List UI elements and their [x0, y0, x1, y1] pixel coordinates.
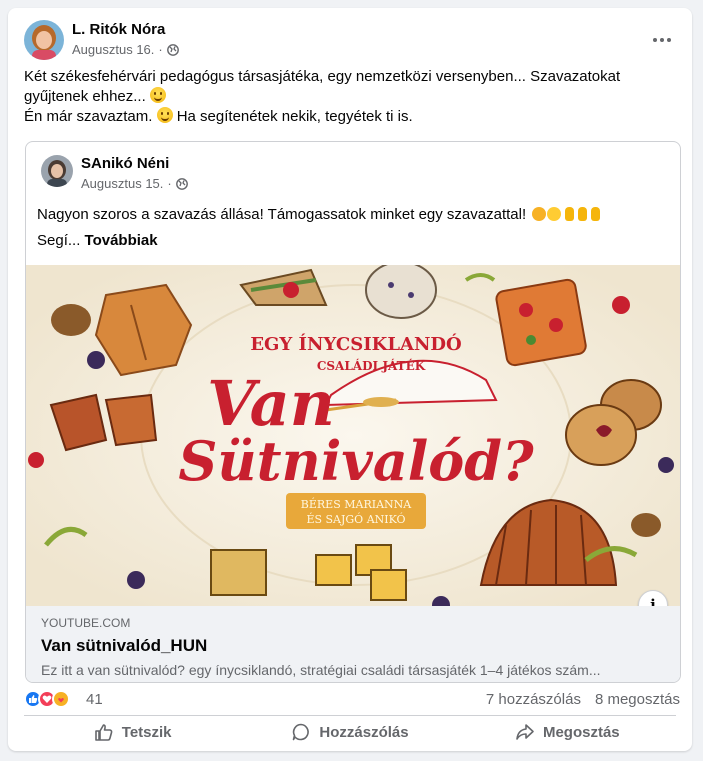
globe-icon — [166, 43, 179, 56]
smile-emoji-icon — [156, 107, 173, 123]
post-text-line1: Két székesfehérvári pedagógus társasjáté… — [24, 68, 621, 105]
meta-separator: · — [158, 42, 163, 57]
comment-label: Hozzászólás — [319, 723, 409, 741]
reaction-icons[interactable] — [24, 690, 70, 708]
shared-text: Nagyon szoros a szavazás állása! Támogas… — [37, 206, 527, 223]
crossed-fingers-emoji-icon — [565, 207, 575, 221]
author-avatar[interactable] — [24, 20, 64, 60]
meta-separator: · — [167, 176, 172, 191]
post-text-line2: Én már szavaztam. — [24, 108, 153, 125]
banner-illustration: EGY ÍNYCSIKLANDÓ CSALÁDI JÁTÉK Van Sütni… — [26, 265, 680, 606]
post-stats: 41 7 hozzászólás 8 megosztás — [24, 688, 680, 712]
engagement-counts: 7 hozzászólás 8 megosztás — [486, 691, 680, 708]
post-actions: Tetszik Hozzászólás Megosztás — [24, 717, 676, 747]
globe-icon — [175, 177, 188, 190]
like-label: Tetszik — [121, 723, 172, 741]
more-options-icon[interactable] — [648, 26, 676, 54]
inline-emojis — [532, 207, 601, 221]
post-header: L. Ritók Nóra Augusztus 16. · — [24, 20, 676, 60]
banner-title2: Sütnivalód? — [178, 429, 535, 493]
shared-post[interactable]: SAnikó Néni Augusztus 15. · Nagyon szoro… — [25, 141, 681, 683]
care-reaction-icon — [52, 690, 70, 708]
comment-button[interactable]: Hozzászólás — [241, 717, 458, 747]
shared-author-avatar[interactable] — [41, 155, 73, 187]
author-name[interactable]: L. Ritók Nóra — [72, 21, 165, 38]
link-title[interactable]: Van sütnivalód_HUN — [41, 636, 667, 656]
link-domain: YOUTUBE.COM — [41, 616, 131, 630]
shared-post-date[interactable]: Augusztus 15. — [81, 176, 163, 191]
banner-authors1: BÉRES MARIANNA — [301, 497, 412, 511]
post-card: L. Ritók Nóra Augusztus 16. · Két székes… — [8, 8, 692, 751]
post-date[interactable]: Augusztus 16. — [72, 42, 154, 57]
thumbs-up-icon — [94, 724, 113, 741]
comment-icon — [293, 723, 310, 741]
post-meta: Augusztus 16. · — [72, 42, 179, 57]
see-more-link[interactable]: Továbbiak — [85, 232, 158, 249]
shared-author-name[interactable]: SAnikó Néni — [81, 155, 169, 172]
reaction-count[interactable]: 41 — [86, 691, 103, 708]
banner-tagline1: EGY ÍNYCSIKLANDÓ — [250, 332, 461, 355]
star-eyes-emoji-icon — [547, 207, 562, 221]
crossed-fingers-emoji-icon — [591, 207, 601, 221]
share-button[interactable]: Megosztás — [459, 717, 676, 747]
smile-emoji-icon — [149, 87, 166, 103]
post-text-line3: Ha segítenétek nekik, tegyétek ti is. — [176, 108, 413, 125]
banner-authors2: ÉS SAJGÓ ANIKÓ — [306, 512, 405, 526]
like-button[interactable]: Tetszik — [24, 717, 241, 747]
shared-post-text: Nagyon szoros a szavazás állása! Támogas… — [37, 205, 601, 225]
truncated-text: Segí... — [37, 232, 81, 249]
crossed-fingers-emoji-icon — [578, 207, 588, 221]
video-thumbnail[interactable]: EGY ÍNYCSIKLANDÓ CSALÁDI JÁTÉK Van Sütni… — [26, 265, 680, 606]
shared-post-header: SAnikó Néni Augusztus 15. · — [41, 155, 641, 191]
actions-divider — [24, 715, 676, 716]
link-description: Ez itt a van sütnivalód? egy ínycsikland… — [41, 662, 601, 678]
comment-count[interactable]: 7 hozzászólás — [486, 691, 581, 708]
share-label: Megosztás — [542, 723, 620, 741]
shared-post-meta: Augusztus 15. · — [81, 176, 188, 191]
link-preview[interactable]: YOUTUBE.COM Van sütnivalód_HUN Ez itt a … — [26, 606, 680, 682]
post-text: Két székesfehérvári pedagógus társasjáté… — [24, 67, 654, 127]
share-count[interactable]: 8 megosztás — [595, 691, 680, 708]
see-more: Segí... Továbbiak — [37, 232, 158, 249]
hearts-face-emoji-icon — [532, 207, 547, 221]
share-icon — [516, 724, 534, 740]
